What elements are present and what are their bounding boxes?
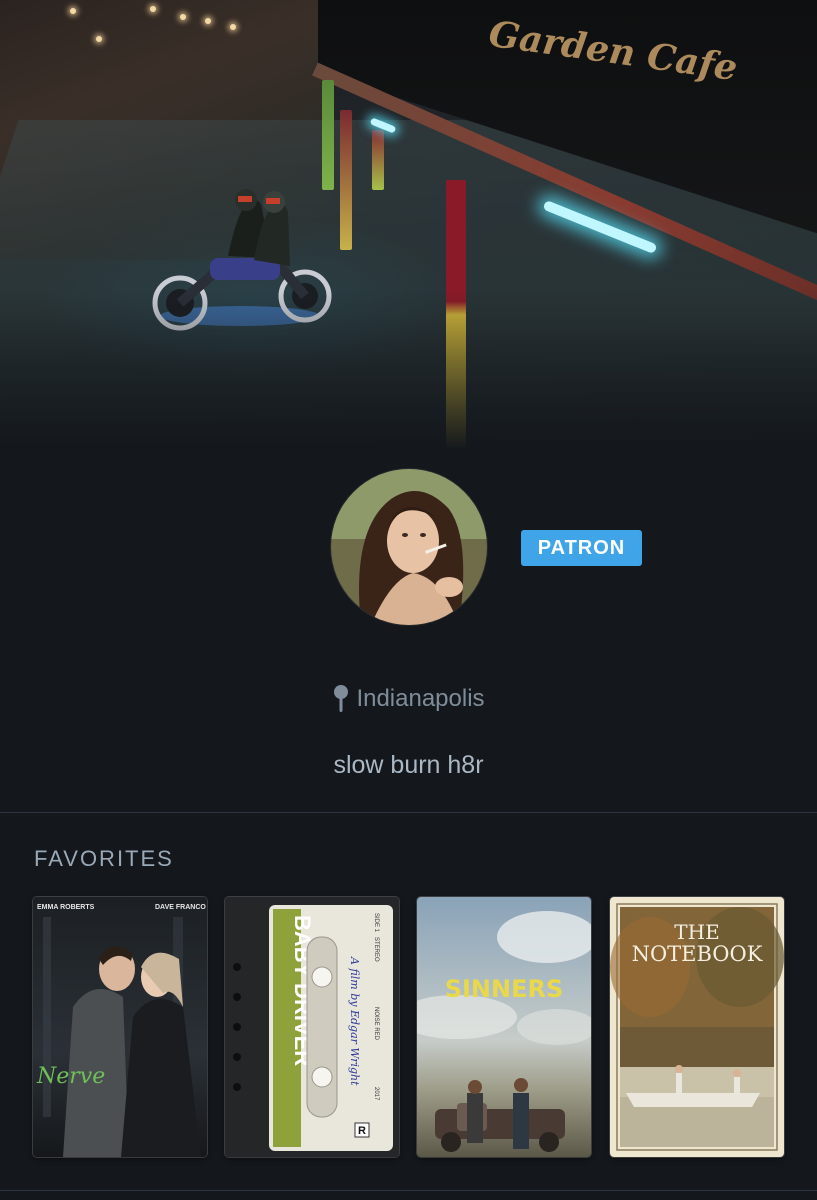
poster-rating: R (358, 1125, 366, 1137)
favorite-poster-the-notebook[interactable]: THE NOTEBOOK (610, 897, 784, 1157)
profile-avatar[interactable] (331, 469, 487, 625)
backdrop-image: Garden Cafe (0, 0, 817, 450)
location-text: Indianapolis (356, 685, 485, 712)
poster-art: Nerve EMMA ROBERTS DAVE FRANCO (33, 897, 207, 1157)
favorites-list: Nerve EMMA ROBERTS DAVE FRANCO BABY DRIV… (33, 897, 785, 1159)
poster-label: NOISE RED (373, 1007, 379, 1041)
favorite-poster-baby-driver[interactable]: BABY DRIVER A film by Edgar Wright SIDE … (225, 897, 399, 1157)
profile-location[interactable]: Indianapolis (0, 680, 817, 718)
poster-title: Nerve (36, 1064, 105, 1089)
poster-credit: EMMA ROBERTS (37, 904, 95, 911)
patron-badge: PATRON (521, 530, 642, 566)
poster-label: STEREO (373, 937, 379, 962)
poster-credit: DAVE FRANCO (155, 904, 206, 911)
poster-art: THE NOTEBOOK (610, 897, 784, 1157)
backdrop-pole (322, 80, 334, 190)
poster-label: 2017 (373, 1087, 379, 1101)
favorite-poster-nerve[interactable]: Nerve EMMA ROBERTS DAVE FRANCO (33, 897, 207, 1157)
poster-tagline: A film by Edgar Wright (348, 956, 361, 1086)
favorite-poster-sinners[interactable]: SINNERS (417, 897, 591, 1157)
location-pin-icon (334, 685, 349, 712)
avatar-image (331, 469, 487, 625)
backdrop-pole (340, 110, 352, 250)
favorites-heading: FAVORITES (34, 846, 174, 871)
poster-label: SIDE 1 (373, 913, 379, 933)
poster-art: BABY DRIVER A film by Edgar Wright SIDE … (225, 897, 399, 1157)
backdrop-fade (0, 290, 817, 450)
section-divider (0, 1190, 817, 1191)
poster-title-line2: NOTEBOOK (632, 942, 763, 966)
poster-title-line1: THE (674, 920, 719, 944)
backdrop-pole (372, 130, 384, 190)
poster-art: SINNERS (417, 897, 591, 1157)
section-divider (0, 812, 817, 813)
poster-title: SINNERS (445, 975, 564, 1003)
profile-bio: slow burn h8r (333, 750, 484, 779)
